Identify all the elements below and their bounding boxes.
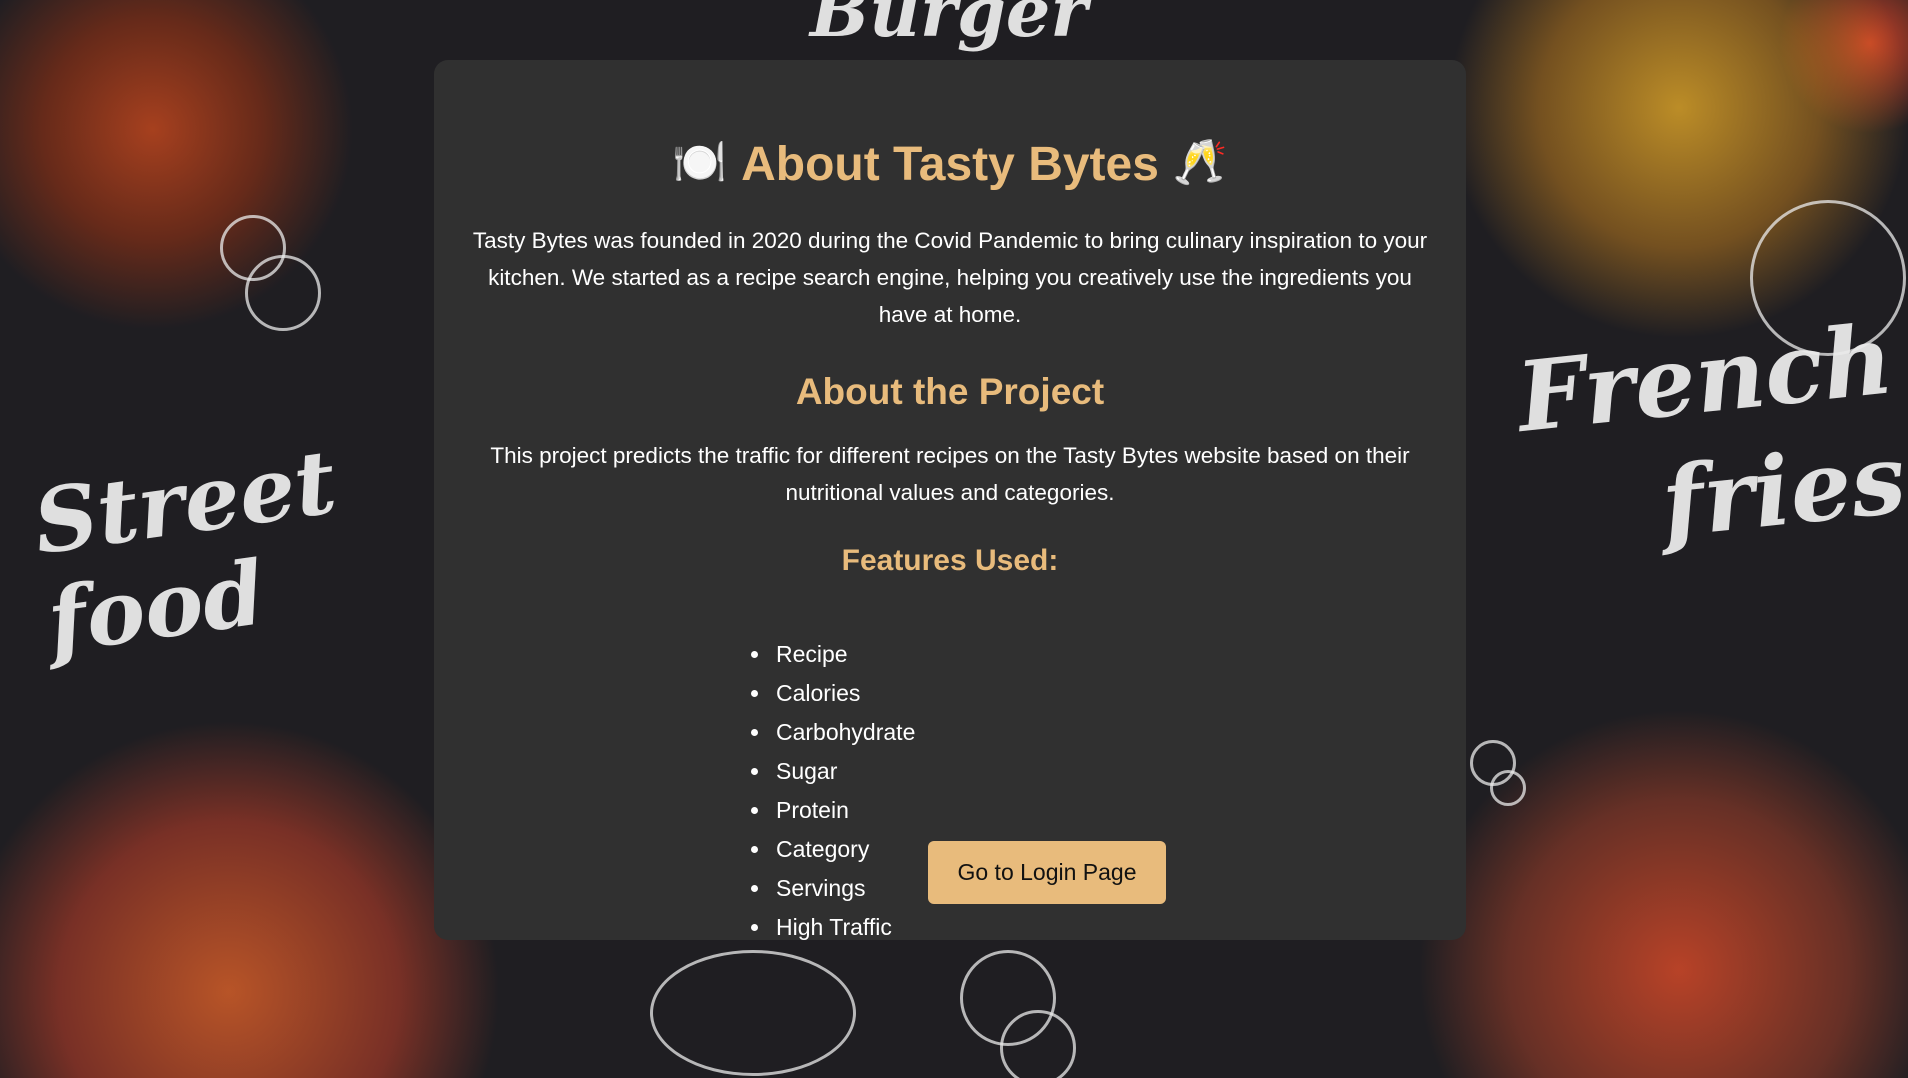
feature-item: Protein xyxy=(772,791,915,830)
feature-item: Sugar xyxy=(772,752,915,791)
login-page-button[interactable]: Go to Login Page xyxy=(928,841,1166,904)
page-title-text: About Tasty Bytes xyxy=(741,138,1159,191)
feature-item: Calories xyxy=(772,674,915,713)
background-text-top: Burger xyxy=(810,0,1088,53)
feature-item: Carbohydrate xyxy=(772,713,915,752)
project-heading: About the Project xyxy=(795,371,1105,413)
features-heading: Features Used: xyxy=(841,544,1059,578)
page-title: 🍽️ About Tasty Bytes 🥂 xyxy=(470,132,1430,200)
project-paragraph: This project predicts the traffic for di… xyxy=(490,443,1410,506)
plate-doodle xyxy=(650,950,856,1076)
feature-item: Recipe xyxy=(772,635,915,674)
feature-item: Category xyxy=(772,830,915,869)
about-card: 🍽️ About Tasty Bytes 🥂 Tasty Bytes was fou… xyxy=(434,60,1466,940)
donut-doodle xyxy=(245,255,321,331)
donut-doodle xyxy=(1490,770,1526,806)
feature-item: High Traffic xyxy=(772,908,915,947)
feature-item: Servings xyxy=(772,869,915,908)
donut-doodle xyxy=(1000,1010,1076,1078)
background-text-left: Street food xyxy=(27,429,343,674)
plate-icon: 🍽️ xyxy=(672,138,728,188)
burger-doodle xyxy=(1750,200,1906,356)
champagne-icon: 🥂 xyxy=(1172,138,1228,188)
features-list: Recipe Calories Carbohydrate Sugar Prote… xyxy=(744,635,915,947)
intro-paragraph: Tasty Bytes was founded in 2020 during t… xyxy=(472,228,1428,328)
